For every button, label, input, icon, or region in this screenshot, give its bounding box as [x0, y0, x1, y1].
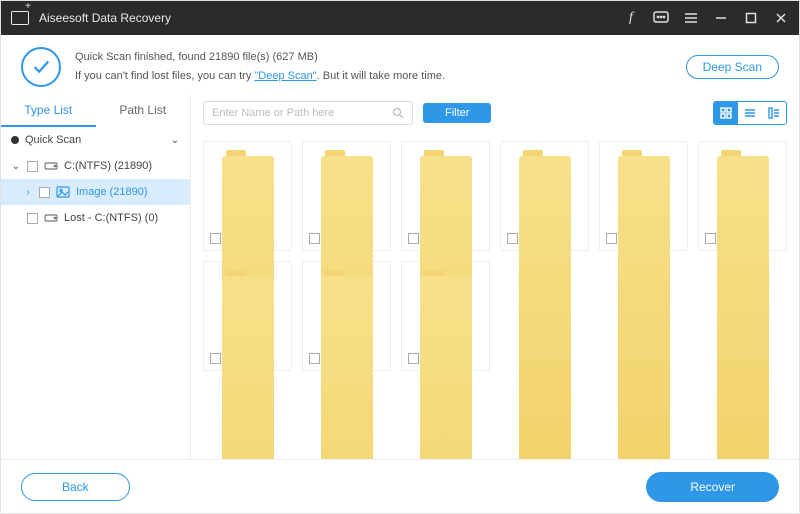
drive-icon — [44, 161, 58, 171]
drive-label: Lost - C:(NTFS) (0) — [64, 212, 158, 224]
image-icon — [56, 186, 70, 198]
status-strip: Quick Scan finished, found 21890 file(s)… — [1, 35, 799, 95]
deep-scan-link[interactable]: "Deep Scan" — [254, 70, 316, 82]
tree: Quick Scan ⌄ ⌄ C:(NTFS) (21890) › Image … — [1, 127, 190, 231]
folder-card[interactable]: ICO — [599, 141, 688, 251]
view-detail-button[interactable] — [762, 102, 786, 124]
image-label: Image (21890) — [76, 186, 148, 198]
folder-card[interactable]: SVG — [500, 141, 589, 251]
tree-image[interactable]: › Image (21890) — [1, 179, 190, 205]
folder-icon — [321, 270, 373, 312]
titlebar: Aiseesoft Data Recovery f — [1, 1, 799, 35]
folder-icon — [222, 150, 274, 192]
folder-card[interactable]: BMP — [698, 141, 787, 251]
folder-icon — [618, 150, 670, 192]
tree-drive-lost[interactable]: › Lost - C:(NTFS) (0) — [1, 205, 190, 231]
tree-quick-scan[interactable]: Quick Scan ⌄ — [1, 127, 190, 153]
checkbox[interactable] — [39, 187, 50, 198]
facebook-icon[interactable]: f — [623, 10, 639, 26]
folder-icon — [420, 270, 472, 312]
search-input[interactable]: Enter Name or Path here — [203, 101, 413, 125]
tab-path-list[interactable]: Path List — [96, 95, 191, 127]
view-list-button[interactable] — [738, 102, 762, 124]
status-line-1: Quick Scan finished, found 21890 file(s)… — [75, 48, 672, 67]
toolbar: Enter Name or Path here Filter — [191, 95, 799, 131]
folder-card[interactable]: GIF — [401, 141, 490, 251]
chevron-down-icon[interactable]: ⌄ — [170, 135, 180, 146]
folder-icon — [222, 270, 274, 312]
dot-icon — [11, 136, 19, 144]
sidebar: Type List Path List Quick Scan ⌄ ⌄ C:(NT… — [1, 95, 191, 473]
status-line-2: If you can't find lost files, you can tr… — [75, 67, 672, 86]
feedback-icon[interactable] — [653, 10, 669, 26]
filter-button[interactable]: Filter — [423, 103, 491, 123]
folder-card[interactable]: TIF — [203, 261, 292, 371]
folder-card[interactable]: PNG — [203, 141, 292, 251]
maximize-icon[interactable] — [743, 10, 759, 26]
drive-icon — [44, 213, 58, 223]
folder-grid: PNGJPGGIFSVGICOBMP TIFJPEGSWF — [191, 131, 799, 473]
checkbox[interactable] — [27, 213, 38, 224]
chevron-right-icon[interactable]: › — [23, 187, 33, 198]
back-button[interactable]: Back — [21, 473, 130, 501]
search-placeholder: Enter Name or Path here — [212, 107, 392, 119]
check-icon — [21, 47, 61, 87]
app-icon — [11, 11, 29, 25]
folder-icon — [420, 150, 472, 192]
view-grid-button[interactable] — [714, 102, 738, 124]
close-icon[interactable] — [773, 10, 789, 26]
folder-card[interactable]: SWF — [401, 261, 490, 371]
folder-card[interactable]: JPEG — [302, 261, 391, 371]
folder-icon — [717, 150, 769, 192]
checkbox[interactable] — [27, 161, 38, 172]
minimize-icon[interactable] — [713, 10, 729, 26]
footer: Back Recover — [1, 459, 799, 513]
drive-label: C:(NTFS) (21890) — [64, 160, 152, 172]
tab-type-list[interactable]: Type List — [1, 95, 96, 127]
folder-card[interactable]: JPG — [302, 141, 391, 251]
recover-button[interactable]: Recover — [646, 472, 779, 502]
app-title: Aiseesoft Data Recovery — [39, 11, 623, 25]
chevron-down-icon[interactable]: ⌄ — [11, 161, 21, 172]
tree-drive-c[interactable]: ⌄ C:(NTFS) (21890) — [1, 153, 190, 179]
view-toggle — [713, 101, 787, 125]
search-icon — [392, 107, 404, 119]
folder-icon — [321, 150, 373, 192]
folder-icon — [519, 150, 571, 192]
deep-scan-button[interactable]: Deep Scan — [686, 55, 779, 79]
main-panel: Enter Name or Path here Filter PNGJPGGIF… — [191, 95, 799, 473]
menu-icon[interactable] — [683, 10, 699, 26]
